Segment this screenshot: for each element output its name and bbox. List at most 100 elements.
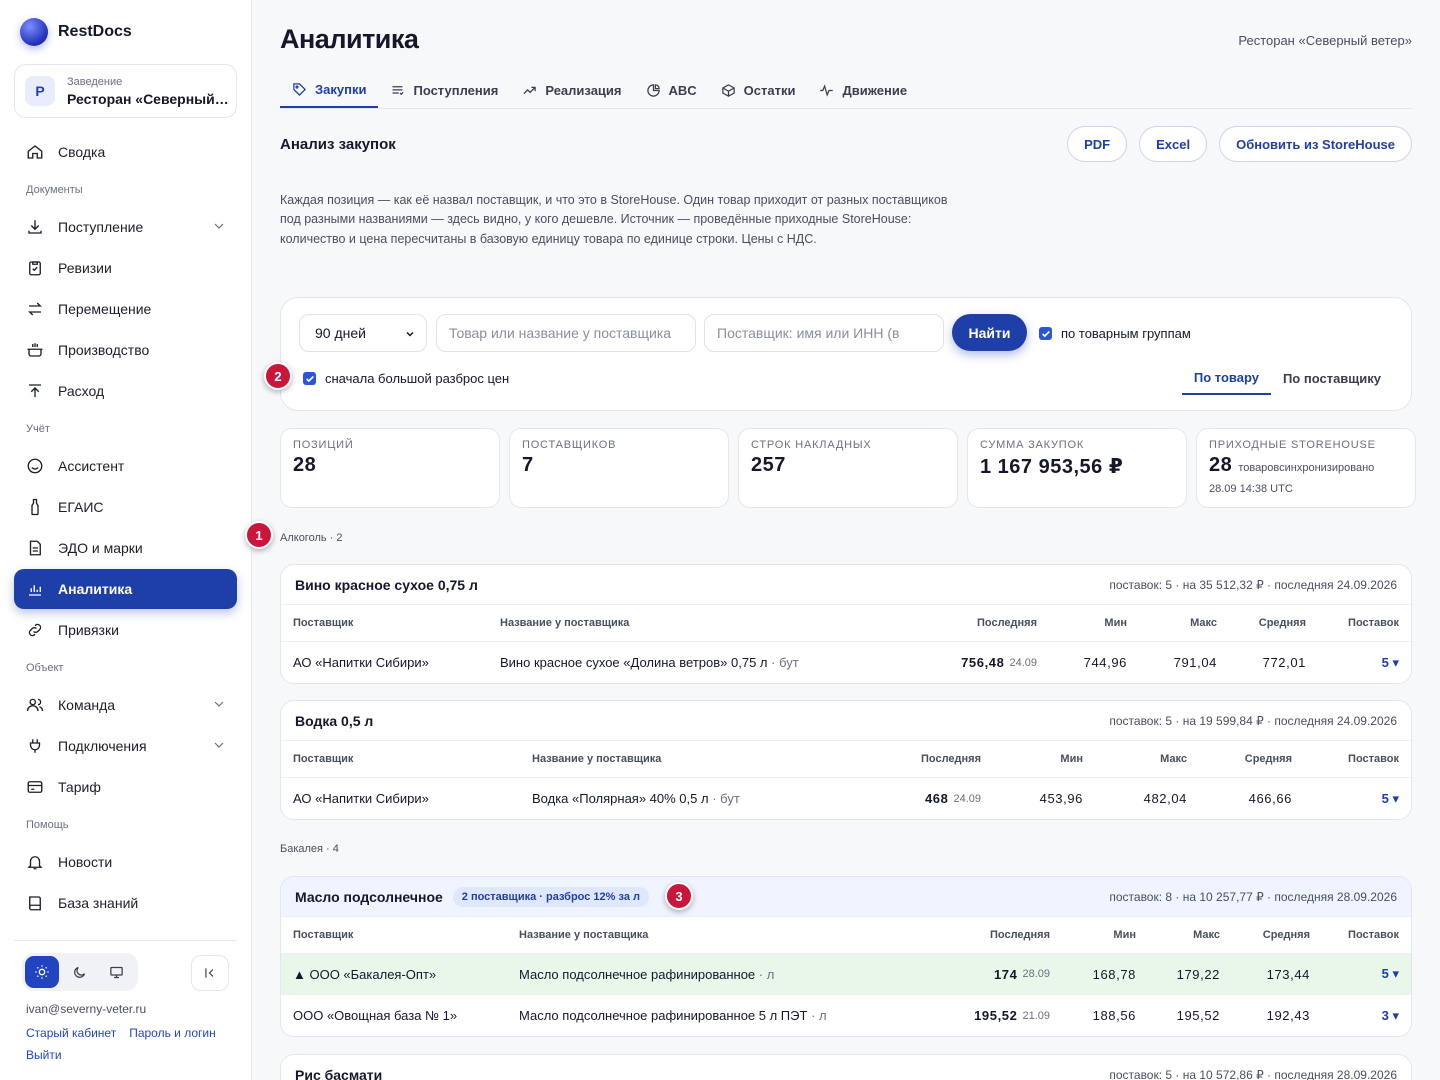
find-button[interactable]: Найти xyxy=(952,314,1027,351)
bell-icon xyxy=(27,856,43,870)
supplier-search-input[interactable]: Поставщик: имя или ИНН (в xyxy=(704,314,944,352)
sidebar-item-team[interactable]: Команда xyxy=(14,685,237,725)
avg-price-cell: 772,01 xyxy=(1262,655,1306,670)
max-price-cell: 482,04 xyxy=(1143,791,1187,806)
spread-first-checkbox[interactable]: сначала большой разброс цен xyxy=(303,371,509,386)
sidebar-footer: ivan@severny-veter.ru Старый кабинет Пар… xyxy=(14,940,237,1062)
by-groups-checkbox[interactable]: по товарным группам xyxy=(1039,326,1191,341)
last-date: 21.09 xyxy=(1022,1009,1050,1022)
table-row-best-price[interactable]: ▲ ООО «Бакалея-Опт» Масло подсолнечное р… xyxy=(281,954,1411,995)
group-label: Алкоголь · 2 xyxy=(280,532,343,544)
sidebar-item-incoming[interactable]: Поступление xyxy=(14,207,237,247)
activity-icon xyxy=(820,83,834,97)
table-header: Поставщик Название у поставщика Последня… xyxy=(281,917,1411,954)
sidebar: RestDocs Р Заведение Ресторан «Северный … xyxy=(0,0,252,1080)
pdf-button[interactable]: PDF xyxy=(1067,126,1128,162)
theme-system-button[interactable] xyxy=(99,956,133,988)
sidebar-item-summary[interactable]: Сводка xyxy=(14,132,237,172)
product-card: Водка 0,5 л поставок: 5 · на 19 599,84 ₽… xyxy=(280,700,1412,820)
tab-label: Закупки xyxy=(315,81,367,97)
tab-label: Движение xyxy=(842,82,908,98)
table-row[interactable]: АО «Напитки Сибири» Водка «Полярная» 40%… xyxy=(281,778,1411,819)
sidebar-item-bindings[interactable]: Привязки xyxy=(14,610,237,650)
table-row[interactable]: ООО «Овощная база № 1» Масло подсолнечно… xyxy=(281,995,1411,1036)
sidebar-item-label: Поступление xyxy=(58,219,144,235)
sidebar-item-label: ЕГАИС xyxy=(58,499,104,515)
column-header: Название у поставщика xyxy=(532,753,662,765)
sun-icon xyxy=(35,965,49,979)
column-header: Макс xyxy=(1193,929,1220,941)
deliveries-toggle[interactable]: 5 ▾ xyxy=(1382,778,1399,819)
chevron-down-icon xyxy=(214,223,224,229)
product-card: Рис басмати поставок: 5 · на 10 572,86 ₽… xyxy=(280,1054,1412,1080)
sidebar-item-analytics[interactable]: Аналитика xyxy=(14,569,237,609)
sidebar-item-edo[interactable]: ЭДО и марки xyxy=(14,528,237,568)
collapse-sidebar-button[interactable] xyxy=(191,955,229,991)
tab-purchases[interactable]: Закупки xyxy=(280,72,379,108)
min-price-cell: 168,78 xyxy=(1092,966,1136,982)
sidebar-item-assistant[interactable]: Ассистент xyxy=(14,446,237,486)
theme-light-button[interactable] xyxy=(25,956,59,988)
column-header: Последняя xyxy=(920,753,981,765)
analytics-tabs: Закупки Поступления Реализация ABC Остат… xyxy=(280,72,1412,109)
view-by-product-tab[interactable]: По товару xyxy=(1181,362,1271,395)
tab-movement[interactable]: Движение xyxy=(807,72,919,108)
name-cell: Масло подсолнечное рафинированное 5 л ПЭ… xyxy=(519,995,827,1036)
sidebar-item-egais[interactable]: ЕГАИС xyxy=(14,487,237,527)
stat-value: 28 товаровсинхронизировано xyxy=(1209,454,1403,477)
name-cell: Вино красное сухое «Долина ветров» 0,75 … xyxy=(500,642,799,683)
theme-dark-button[interactable] xyxy=(62,956,96,988)
tab-label: Реализация xyxy=(545,82,622,98)
table-row[interactable]: АО «Напитки Сибири» Вино красное сухое «… xyxy=(281,642,1411,683)
column-header: Мин xyxy=(1113,929,1136,941)
card-header[interactable]: Вино красное сухое 0,75 л поставок: 5 · … xyxy=(281,565,1411,605)
sidebar-item-connections[interactable]: Подключения xyxy=(14,726,237,766)
sidebar-item-tariff[interactable]: Тариф xyxy=(14,767,237,807)
sidebar-item-transfer[interactable]: Перемещение xyxy=(14,289,237,329)
venue-selector[interactable]: Р Заведение Ресторан «Северный ветер» xyxy=(14,64,237,118)
deliveries-toggle[interactable]: 5 ▾ xyxy=(1382,954,1399,994)
supplier-cell: ▲ ООО «Бакалея-Опт» xyxy=(293,966,437,982)
last-price: 174 xyxy=(993,966,1018,982)
nav-section-docs: Документы xyxy=(26,184,83,196)
product-search-input[interactable]: Товар или название у поставщика xyxy=(436,314,696,352)
avg-price-cell: 466,66 xyxy=(1248,791,1292,806)
deliveries-toggle[interactable]: 5 ▾ xyxy=(1382,642,1399,683)
deliveries-toggle[interactable]: 3 ▾ xyxy=(1382,995,1399,1036)
sidebar-item-kb[interactable]: База знаний xyxy=(14,883,237,923)
brand[interactable]: RestDocs xyxy=(20,18,132,46)
tab-abc[interactable]: ABC xyxy=(634,72,709,108)
table-header: Поставщик Название у поставщика Последня… xyxy=(281,605,1411,642)
old-cabinet-link[interactable]: Старый кабинет xyxy=(26,1026,116,1040)
supplier-item-name: Масло подсолнечное рафинированное 5 л ПЭ… xyxy=(519,1008,808,1023)
sidebar-item-label: Производство xyxy=(58,342,150,358)
sidebar-item-news[interactable]: Новости xyxy=(14,842,237,882)
sidebar-item-revisions[interactable]: Ревизии xyxy=(14,248,237,288)
last-date: 24.09 xyxy=(1009,656,1037,669)
price-spread-badge: 2 поставщика · разброс 12% за л xyxy=(452,886,649,907)
logout-link[interactable]: Выйти xyxy=(26,1048,62,1062)
sidebar-item-production[interactable]: Производство xyxy=(14,330,237,370)
card-header[interactable]: Рис басмати поставок: 5 · на 10 572,86 ₽… xyxy=(281,1055,1411,1080)
excel-button[interactable]: Excel xyxy=(1139,126,1208,162)
stat-card-suppliers: Поставщиков 7 xyxy=(509,428,729,508)
tab-sales[interactable]: Реализация xyxy=(510,72,633,108)
group-label: Бакалея · 4 xyxy=(280,843,339,855)
password-link[interactable]: Пароль и логин xyxy=(129,1026,216,1040)
table-header: Поставщик Название у поставщика Последня… xyxy=(281,741,1411,778)
period-select[interactable]: 90 дней xyxy=(299,314,427,352)
moon-icon xyxy=(73,966,85,978)
card-header[interactable]: Водка 0,5 л поставок: 5 · на 19 599,84 ₽… xyxy=(281,701,1411,741)
annotation-marker-3: 3 xyxy=(665,882,693,910)
stat-card-invoice-lines: Строк накладных 257 xyxy=(738,428,958,508)
tag-icon xyxy=(293,82,307,96)
refresh-storehouse-button[interactable]: Обновить из StoreHouse xyxy=(1219,126,1412,162)
card-header[interactable]: Масло подсолнечное 2 поставщика · разбро… xyxy=(281,877,1411,917)
view-by-supplier-tab[interactable]: По поставщику xyxy=(1271,362,1393,395)
sidebar-item-expense[interactable]: Расход xyxy=(14,371,237,411)
sidebar-item-label: Сводка xyxy=(58,144,106,160)
tab-receipts[interactable]: Поступления xyxy=(378,72,510,108)
column-header: Поставщик xyxy=(293,753,354,765)
card-title: Рис басмати xyxy=(295,1067,383,1080)
tab-stock[interactable]: Остатки xyxy=(709,72,808,108)
